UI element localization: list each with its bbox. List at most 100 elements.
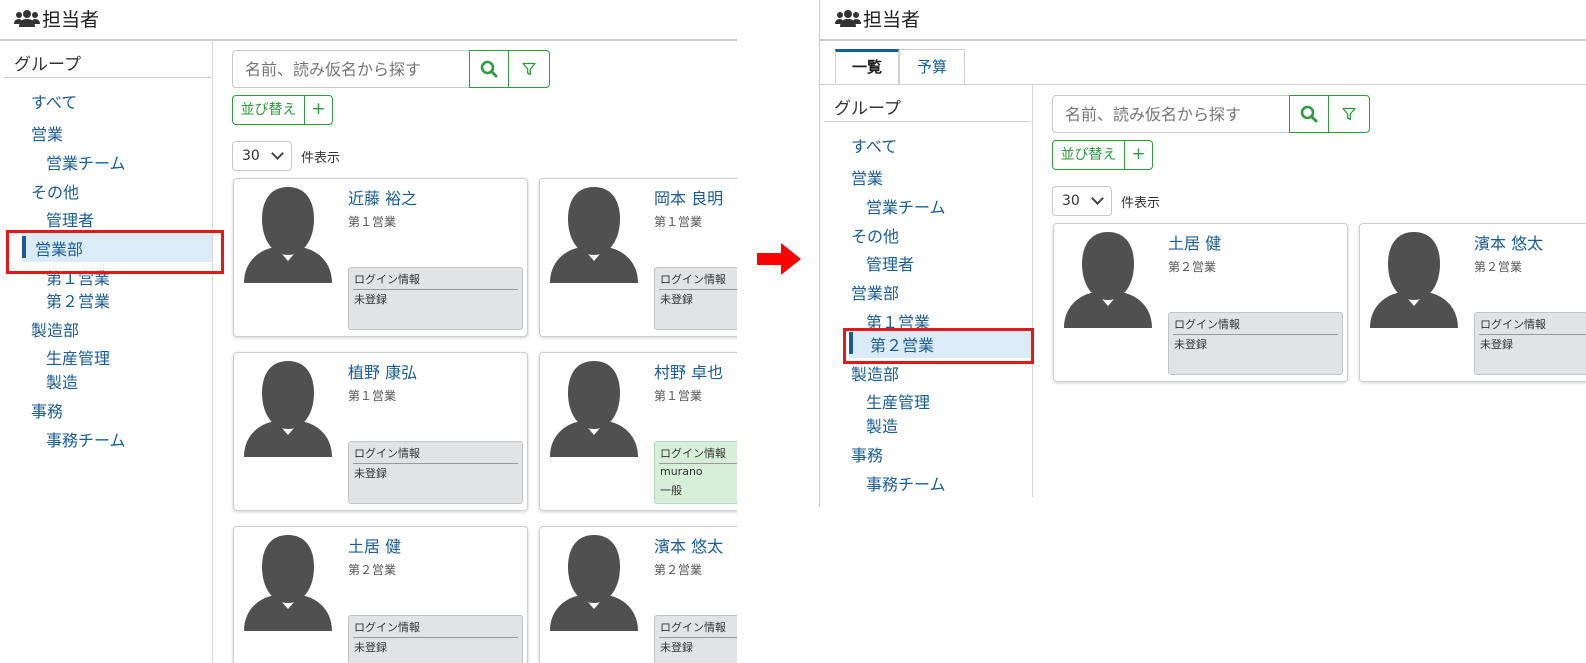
tree-item[interactable]: 生産管理: [866, 389, 930, 413]
per-page-value: 30: [1062, 193, 1080, 209]
tree-item[interactable]: その他: [31, 179, 79, 203]
staff-name[interactable]: 土居 健: [348, 533, 401, 557]
login-id: 未登録: [1480, 338, 1513, 351]
staff-department: 第２営業: [654, 563, 703, 577]
search-input[interactable]: [1052, 95, 1290, 133]
login-id: 未登録: [1174, 338, 1207, 351]
staff-card[interactable]: 濱本 悠太第２営業ログイン情報 未登録: [1359, 223, 1586, 382]
avatar-icon: [1064, 232, 1152, 328]
login-info-box: ログイン情報 未登録: [654, 615, 737, 663]
tree-item[interactable]: その他: [851, 223, 899, 247]
filter-button[interactable]: [1328, 95, 1370, 133]
login-id: murano: [660, 465, 703, 478]
staff-name[interactable]: 村野 卓也: [654, 359, 723, 383]
per-page-label: 件表示: [1121, 196, 1161, 211]
avatar-icon: [244, 361, 332, 457]
login-id: 未登録: [354, 293, 387, 306]
staff-card[interactable]: 植野 康弘第１営業ログイン情報 未登録: [233, 352, 528, 511]
staff-card[interactable]: 近藤 裕之 第１営業 ログイン情報 未登録: [233, 178, 528, 337]
tree-item[interactable]: 製造部: [31, 317, 79, 341]
staff-department: 第１営業: [654, 215, 703, 229]
add-sort-button[interactable]: +: [304, 95, 333, 125]
staff-card[interactable]: 土居 健第２営業 ログイン情報 未登録: [1053, 223, 1348, 382]
search-button[interactable]: [469, 50, 509, 88]
tree-item[interactable]: 営業: [31, 121, 63, 145]
login-id: 未登録: [660, 293, 693, 306]
tree-item[interactable]: 第２営業: [46, 288, 110, 312]
staff-name[interactable]: 岡本 良明: [654, 185, 723, 209]
staff-card[interactable]: 土居 健第２営業 ログイン情報 未登録: [233, 526, 528, 663]
avatar-icon: [550, 187, 638, 283]
tree-item[interactable]: 製造部: [851, 361, 899, 385]
search-icon: [480, 60, 498, 78]
sort-group: 並び替え +: [1052, 140, 1154, 170]
sort-button[interactable]: 並び替え: [1052, 140, 1125, 170]
search-bar: [232, 50, 552, 88]
login-info-title: ログイン情報: [1480, 318, 1546, 331]
highlight-box: [6, 230, 224, 274]
staff-name[interactable]: 土居 健: [1168, 230, 1221, 254]
tree-item[interactable]: すべて: [31, 89, 77, 113]
login-info-box: ログイン情報 未登録: [654, 267, 737, 330]
staff-card[interactable]: 村野 卓也 第１営業 ログイン情報 murano 一般: [539, 352, 737, 511]
tree-item[interactable]: 営業部: [851, 280, 899, 304]
tree-item[interactable]: 生産管理: [46, 345, 110, 369]
tab-list[interactable]: 一覧: [835, 49, 899, 84]
tree-item[interactable]: 事務チーム: [46, 427, 126, 451]
sort-button[interactable]: 並び替え: [232, 95, 305, 125]
login-id: 未登録: [660, 641, 693, 654]
tree-item[interactable]: 営業チーム: [866, 194, 946, 218]
divider: [1173, 334, 1338, 335]
per-page-select[interactable]: 30: [232, 141, 292, 171]
group-title: グループ: [834, 99, 901, 119]
group-title: グループ: [14, 55, 81, 75]
staff-name[interactable]: 近藤 裕之: [348, 185, 417, 209]
login-id: 未登録: [354, 467, 387, 480]
staff-name[interactable]: 濱本 悠太: [1474, 230, 1543, 254]
per-page: 30 件表示: [232, 141, 352, 171]
tree-item[interactable]: 事務チーム: [866, 471, 946, 495]
login-info-title: ログイン情報: [354, 447, 420, 460]
staff-department: 第２営業: [1474, 260, 1523, 274]
login-info-title: ログイン情報: [354, 621, 420, 634]
per-page-label: 件表示: [301, 151, 341, 166]
page-header: 担当者: [820, 0, 1586, 41]
per-page-select[interactable]: 30: [1052, 186, 1112, 216]
group-sidebar: グループ すべて 営業 営業チーム その他 管理者 営業部 第１営業 第２営業 製造部 生産管理製…: [820, 85, 1034, 497]
page-header: 担当者: [0, 0, 737, 41]
search-input[interactable]: [232, 50, 470, 88]
filter-button[interactable]: [508, 50, 550, 88]
login-info-box: ログイン情報 未登録: [1474, 312, 1586, 375]
add-sort-button[interactable]: +: [1124, 140, 1153, 170]
tree-item[interactable]: 管理者: [866, 251, 914, 275]
left-screen: 担当者 グループ すべて 営業 営業チーム その他 管理者 営業部 第１営業 第２営業 製造部生…: [0, 0, 737, 663]
tree-item[interactable]: 管理者: [46, 207, 94, 231]
tree-item[interactable]: 製造: [866, 413, 898, 437]
search-button[interactable]: [1289, 95, 1329, 133]
chevron-down-icon: [1091, 192, 1104, 205]
users-icon: [14, 10, 40, 27]
divider: [353, 463, 518, 464]
divider: [353, 637, 518, 638]
tab-budget[interactable]: 予算: [899, 49, 965, 84]
staff-name[interactable]: 植野 康弘: [348, 359, 417, 383]
login-id: 未登録: [354, 641, 387, 654]
tree-item[interactable]: 事務: [851, 442, 883, 466]
tree-item[interactable]: 製造: [46, 369, 78, 393]
staff-department: 第１営業: [348, 389, 397, 403]
tree-item[interactable]: 事務: [31, 398, 63, 422]
tree-item[interactable]: 営業: [851, 165, 883, 189]
tree-item[interactable]: すべて: [851, 133, 897, 157]
login-info-title: ログイン情報: [1174, 318, 1240, 331]
tree-item[interactable]: 営業チーム: [46, 150, 126, 174]
page-title: 担当者: [42, 9, 100, 31]
login-info-box: ログイン情報 未登録: [348, 267, 523, 330]
staff-card[interactable]: 岡本 良明第１営業ログイン情報 未登録: [539, 178, 737, 337]
login-info-box: ログイン情報 未登録: [348, 441, 523, 504]
staff-card[interactable]: 濱本 悠太第２営業ログイン情報 未登録: [539, 526, 737, 663]
staff-name[interactable]: 濱本 悠太: [654, 533, 723, 557]
per-page-value: 30: [242, 148, 260, 164]
login-info-title: ログイン情報: [354, 273, 420, 286]
search-bar: [1052, 95, 1372, 133]
divider: [824, 121, 1031, 122]
